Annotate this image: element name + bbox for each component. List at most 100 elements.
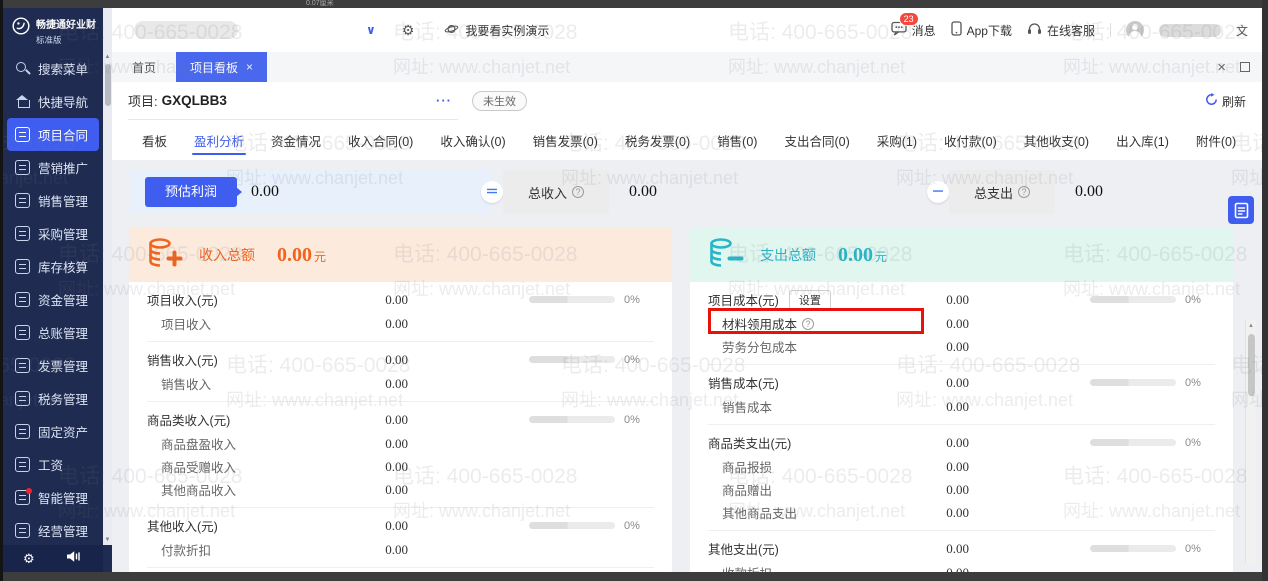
metric-row-label: 商品报损	[722, 461, 773, 475]
floating-note-button[interactable]	[1228, 196, 1254, 224]
estimated-profit-button[interactable]: 预估利润	[145, 177, 243, 207]
refresh-button[interactable]: 刷新	[1205, 93, 1246, 110]
close-icon[interactable]: ×	[1217, 59, 1226, 76]
headset-icon	[1027, 22, 1042, 38]
help-icon[interactable]: ?	[1018, 186, 1030, 198]
dashboard-tab[interactable]: 收入确认(0)	[440, 120, 505, 160]
progress-percent: 0%	[1184, 542, 1201, 555]
speaker-icon[interactable]	[66, 550, 81, 568]
invoice-icon	[15, 358, 30, 373]
dashboard-tab[interactable]: 税务发票(0)	[625, 120, 690, 160]
messages-button[interactable]: 消息 23	[890, 12, 936, 39]
sidebar-item-label: 项目合同	[38, 129, 89, 143]
dashboard-tab[interactable]: 支出合同(0)	[784, 120, 849, 160]
sidebar-item[interactable]: 营销推广	[3, 151, 103, 184]
sidebar-item[interactable]: 资金管理	[3, 283, 103, 316]
metric-row-value: 0.00	[946, 315, 970, 331]
sidebar-item[interactable]: 税务管理	[3, 382, 103, 415]
tax-icon	[15, 391, 30, 406]
metric-group-value: 0.00	[946, 291, 970, 307]
sidebar-item[interactable]: 经营管理	[3, 514, 103, 545]
minus-icon: －	[927, 181, 949, 203]
table-row: 其他支出(元) 0.00 0%	[708, 536, 1215, 561]
material-usage-cost-link[interactable]: 材料领用成本	[722, 314, 798, 334]
dashboard-tab[interactable]: 其他收支(0)	[1024, 120, 1089, 160]
metric-row-label-cell: 商品报损	[708, 457, 946, 476]
project-select[interactable]: 项目: GXQLBB3 ···	[128, 82, 458, 120]
sidebar-item[interactable]: 销售管理	[3, 184, 103, 217]
tab-close-icon[interactable]: ×	[246, 60, 253, 74]
sidebar-item[interactable]: 工资	[3, 448, 103, 481]
status-badge: 未生效	[472, 91, 527, 111]
metric-group-label-cell: 商品类收入(元)	[147, 410, 385, 429]
scroll-up-icon[interactable]: ▲	[103, 54, 112, 60]
funds-icon	[15, 292, 30, 307]
content-scroll-thumb[interactable]	[1247, 334, 1255, 396]
metric-group-label-cell: 项目收入(元)	[147, 290, 385, 309]
sidebar-item[interactable]: 搜索菜单	[3, 52, 103, 85]
sidebar-scrollbar[interactable]: ▲ ▼	[103, 8, 112, 545]
header-gear-icon[interactable]: ⚙	[402, 22, 415, 39]
sidebar-item[interactable]: 智能管理	[3, 481, 103, 514]
app-download-button[interactable]: App下载	[950, 21, 1012, 39]
sidebar-item-label: 固定资产	[38, 426, 89, 440]
dashboard-tab[interactable]: 出入库(1)	[1116, 120, 1169, 160]
sidebar-item[interactable]: 发票管理	[3, 349, 103, 382]
income-total-value: 0.00	[277, 243, 312, 266]
scroll-down-icon[interactable]: ▼	[103, 537, 112, 543]
more-icon[interactable]: ···	[436, 93, 458, 108]
metric-group-label: 销售收入(元)	[147, 354, 218, 368]
avatar[interactable]	[1125, 21, 1144, 39]
dashboard-tab[interactable]: 采购(1)	[877, 120, 917, 160]
sidebar-item[interactable]: 总账管理	[3, 316, 103, 349]
metric-row-label: 销售收入	[161, 378, 212, 392]
dashboard-tab[interactable]: 盈利分析	[192, 120, 247, 160]
top-header: ∨ ⚙ 我要看实例演示 消息 23 App下载 在线客服 文	[112, 8, 1262, 52]
scroll-up-icon[interactable]: ▲	[1246, 323, 1256, 329]
dashboard-tab[interactable]: 收入合同(0)	[348, 120, 413, 160]
metric-row-value: 0.00	[946, 338, 970, 354]
dashboard-tab[interactable]: 销售发票(0)	[533, 120, 598, 160]
settings-gear-icon[interactable]: ⚙	[23, 551, 35, 567]
dashboard-tab[interactable]: 销售(0)	[717, 120, 757, 160]
sidebar-item[interactable]: 固定资产	[3, 415, 103, 448]
dashboard-tab[interactable]: 附件(0)	[1196, 120, 1236, 160]
demo-link[interactable]: 我要看实例演示	[444, 22, 549, 39]
sidebar-item[interactable]: 采购管理	[3, 217, 103, 250]
notification-dot	[26, 488, 32, 494]
language-toggle[interactable]: 文	[1236, 22, 1248, 39]
logo-row: 畅捷通好业财 标准版	[3, 8, 112, 52]
metric-group-label: 商品类支出(元)	[708, 437, 792, 451]
dashboard-tab[interactable]: 看板	[142, 120, 167, 160]
org-name-redacted-pill[interactable]	[134, 21, 238, 39]
dashboard-tab[interactable]: 收付款(0)	[944, 120, 997, 160]
metric-group-label: 销售成本(元)	[708, 377, 779, 391]
expense-unit: 元	[875, 249, 888, 264]
fullscreen-icon[interactable]	[1240, 62, 1250, 72]
metric-group-value: 0.00	[385, 291, 409, 307]
sidebar-item[interactable]: 项目合同	[7, 118, 99, 151]
sidebar-scroll-thumb[interactable]	[104, 64, 111, 106]
tab-project-board[interactable]: 项目看板 ×	[176, 52, 268, 82]
sidebar-item[interactable]: 快捷导航	[3, 85, 103, 118]
sidebar-item-label: 工资	[38, 459, 64, 473]
sidebar-item[interactable]: 库存核算	[3, 250, 103, 283]
metric-group-value: 0.00	[946, 434, 970, 450]
progress-percent: 0%	[623, 413, 640, 426]
dashboard-tab[interactable]: 资金情况	[271, 120, 321, 160]
sidebar: 畅捷通好业财 标准版 搜索菜单 快捷导航项目合同营销推广 销售管理 采购管理 库存核算资…	[3, 8, 112, 572]
chevron-down-icon[interactable]: ∨	[366, 23, 376, 37]
expense-panel: 支出总额 0.00 元 项目成本(元) 设置 0.00 0% 材料领用成本? 0.00 劳务分…	[690, 228, 1233, 572]
operation-icon	[15, 523, 30, 538]
online-service-button[interactable]: 在线客服	[1027, 22, 1095, 39]
help-icon[interactable]: ?	[802, 317, 815, 330]
metric-meter: 0%	[497, 414, 654, 426]
content-scrollbar[interactable]: ▲	[1245, 320, 1256, 563]
tab-home[interactable]: 首页	[112, 52, 176, 82]
help-icon[interactable]: ?	[572, 186, 584, 198]
metric-group-label: 项目成本(元)	[708, 294, 779, 308]
settings-button[interactable]: 设置	[788, 289, 831, 310]
home-icon	[15, 94, 30, 109]
marketing-icon	[15, 160, 30, 175]
progress-percent: 0%	[1184, 293, 1201, 306]
